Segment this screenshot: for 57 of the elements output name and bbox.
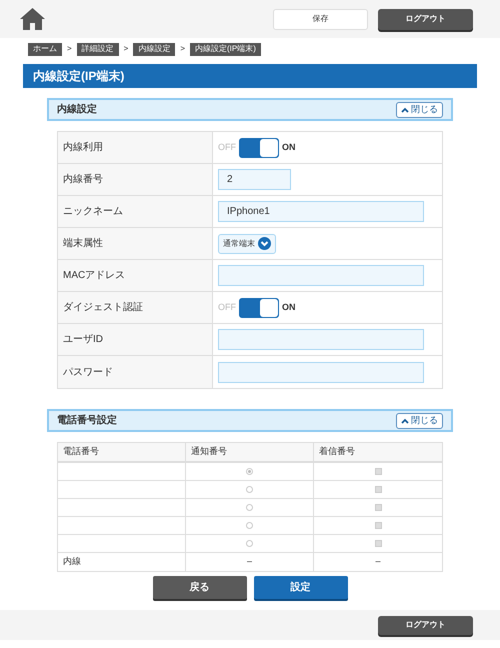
off-label: OFF bbox=[218, 140, 236, 154]
text-field[interactable]: 2 bbox=[218, 169, 291, 190]
page-title: 内線設定(IP端末) bbox=[23, 64, 477, 88]
radio-button[interactable] bbox=[246, 540, 253, 547]
logout-button[interactable]: ログアウト bbox=[378, 8, 473, 30]
text-field[interactable] bbox=[218, 362, 424, 382]
select-dropdown[interactable]: 通常端末 bbox=[218, 234, 276, 254]
column-header: 通知番号 bbox=[186, 443, 314, 461]
breadcrumb-link[interactable]: 内線設定 bbox=[133, 42, 176, 56]
toggle-switch[interactable] bbox=[239, 138, 279, 158]
chevron-down-icon bbox=[258, 237, 271, 250]
field-label: MACアドレス bbox=[58, 260, 213, 291]
field-label: 端末属性 bbox=[58, 228, 213, 259]
column-header: 着信番号 bbox=[318, 445, 356, 458]
section-title: 電話番号設定 bbox=[57, 413, 117, 428]
breadcrumb-link[interactable]: ホーム bbox=[28, 42, 62, 56]
collapse-button[interactable]: 閉じる bbox=[396, 102, 443, 118]
breadcrumb-separator: > bbox=[67, 43, 72, 55]
back-button[interactable]: 戻る bbox=[152, 576, 246, 599]
breadcrumb-separator: > bbox=[180, 43, 186, 55]
breadcrumb-link[interactable]: 詳細設定 bbox=[76, 42, 119, 56]
chevron-up-icon bbox=[401, 106, 409, 112]
radio-button[interactable] bbox=[246, 468, 253, 475]
field-label: ダイジェスト認証 bbox=[58, 292, 213, 323]
radio-button[interactable] bbox=[246, 486, 253, 493]
text-field[interactable]: IPphone1 bbox=[218, 201, 424, 222]
checkbox[interactable] bbox=[374, 468, 382, 475]
checkbox[interactable] bbox=[374, 540, 382, 547]
field-label: 内線番号 bbox=[58, 164, 213, 195]
save-button[interactable]: 保存 bbox=[273, 8, 368, 30]
field-label: ニックネーム bbox=[58, 196, 213, 227]
breadcrumb-link[interactable]: 内線設定(IP端末) bbox=[190, 42, 261, 56]
off-label: OFF bbox=[218, 300, 236, 314]
on-label: ON bbox=[282, 140, 296, 154]
radio-button[interactable] bbox=[246, 504, 253, 511]
submit-button[interactable]: 設定 bbox=[254, 576, 348, 599]
field-label: 内線利用 bbox=[58, 132, 213, 163]
text-field[interactable] bbox=[218, 329, 424, 350]
column-header: 電話番号 bbox=[58, 443, 186, 461]
section-title: 内線設定 bbox=[57, 102, 97, 117]
toggle-switch[interactable] bbox=[239, 298, 279, 318]
checkbox[interactable] bbox=[374, 486, 382, 493]
radio-button[interactable] bbox=[246, 522, 253, 529]
home-icon[interactable] bbox=[20, 8, 45, 30]
logout-button[interactable]: ログアウト bbox=[378, 616, 473, 634]
text-field[interactable] bbox=[218, 265, 424, 286]
breadcrumb-separator: > bbox=[124, 43, 128, 55]
checkbox[interactable] bbox=[374, 522, 382, 529]
table-cell: 内線 bbox=[58, 553, 186, 571]
collapse-button[interactable]: 閉じる bbox=[396, 412, 443, 428]
checkbox[interactable] bbox=[374, 504, 382, 511]
table-cell: – bbox=[186, 553, 314, 571]
field-label: パスワード bbox=[58, 356, 213, 388]
on-label: ON bbox=[282, 300, 296, 314]
field-label: ユーザID bbox=[58, 324, 213, 355]
chevron-up-icon bbox=[401, 418, 409, 424]
table-cell-text: – bbox=[374, 555, 382, 568]
